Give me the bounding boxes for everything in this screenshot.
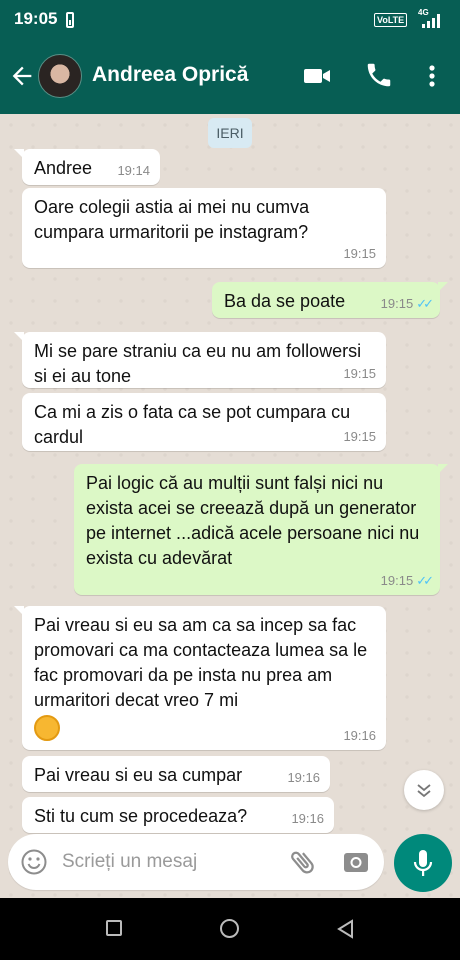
date-divider: IERI <box>208 118 252 148</box>
message-bubble-incoming[interactable]: Mi se pare straniu ca eu nu am followers… <box>14 332 386 388</box>
home-icon[interactable] <box>220 919 239 938</box>
contact-name[interactable]: Andreea Oprică <box>92 63 248 87</box>
message-text: Oare colegii astia ai mei nu cumva cumpa… <box>34 197 310 242</box>
more-vert-icon[interactable] <box>420 62 444 90</box>
message-text: Pai vreau si eu sa am ca sa incep sa fac… <box>34 615 368 710</box>
volte-indicator: VoLTE <box>374 13 408 27</box>
mic-button[interactable] <box>394 834 452 892</box>
read-ticks-icon: ✓✓ <box>416 296 434 311</box>
message-time: 19:15 <box>380 573 414 588</box>
phone-icon[interactable] <box>364 60 394 90</box>
scroll-down-icon <box>417 784 431 798</box>
attach-icon[interactable] <box>288 847 318 877</box>
message-bubble-incoming[interactable]: Sti tu cum se procedeaza? 19:16 <box>22 797 334 833</box>
scroll-down-button[interactable] <box>404 770 444 810</box>
message-time: 19:15 <box>380 296 414 311</box>
message-composer <box>8 834 384 890</box>
signal-icon <box>422 14 442 28</box>
recents-icon[interactable] <box>106 920 122 936</box>
mic-icon <box>413 850 433 876</box>
message-time: 19:16 <box>287 770 320 785</box>
message-text: Sti tu cum se procedeaza? <box>34 806 248 826</box>
message-time: 19:14 <box>117 163 150 178</box>
status-time: 19:05 <box>14 9 58 28</box>
battery-icon <box>66 12 74 28</box>
message-text: Ca mi a zis o fata ca se pot cumpara cu … <box>34 402 351 447</box>
message-text: Mi se pare straniu ca eu nu am followers… <box>34 341 362 386</box>
message-text: Ba da se poate <box>224 291 346 311</box>
hugging-face-emoji-icon <box>34 715 60 741</box>
chat-header: Andreea Oprică <box>0 40 460 114</box>
video-call-icon[interactable] <box>302 64 332 88</box>
message-time: 19:16 <box>343 728 376 743</box>
message-time: 19:15 <box>343 429 376 444</box>
message-bubble-incoming[interactable]: Pai vreau si eu sa am ca sa incep sa fac… <box>14 606 386 750</box>
message-bubble-outgoing[interactable]: Pai logic că au mulții sunt falși nici n… <box>74 464 448 595</box>
message-bubble-incoming[interactable]: Ca mi a zis o fata ca se pot cumpara cu … <box>22 393 386 451</box>
message-bubble-incoming[interactable]: Oare colegii astia ai mei nu cumva cumpa… <box>22 188 386 268</box>
back-arrow-icon[interactable] <box>8 62 36 90</box>
message-text: Andree <box>34 158 93 178</box>
camera-icon[interactable] <box>342 848 370 876</box>
message-text: Pai logic că au mulții sunt falși nici n… <box>86 473 420 568</box>
message-input[interactable] <box>62 844 272 880</box>
nav-back-icon[interactable] <box>336 919 354 939</box>
read-ticks-icon: ✓✓ <box>416 573 434 588</box>
avatar[interactable] <box>38 54 82 98</box>
message-bubble-incoming[interactable]: Pai vreau si eu sa cumpar 19:16 <box>22 756 330 792</box>
message-time: 19:15 <box>343 366 376 381</box>
system-nav-bar <box>0 898 460 960</box>
chat-area[interactable]: IERI Andree 19:14 Oare colegii astia ai … <box>0 114 460 898</box>
status-bar: 19:05 VoLTE 4G <box>0 0 460 40</box>
message-bubble-outgoing[interactable]: Ba da se poate 19:15 ✓✓ <box>212 282 448 318</box>
message-bubble-incoming[interactable]: Andree 19:14 <box>14 149 160 185</box>
message-time: 19:16 <box>291 811 324 826</box>
emoji-icon[interactable] <box>20 848 48 876</box>
message-text: Pai vreau si eu sa cumpar <box>34 765 243 785</box>
message-time: 19:15 <box>343 246 376 261</box>
